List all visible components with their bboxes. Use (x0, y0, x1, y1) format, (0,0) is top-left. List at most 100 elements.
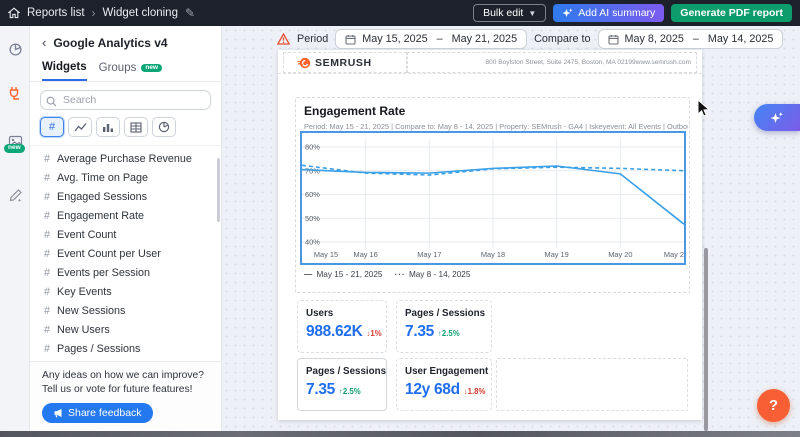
widget-title: Engagement Rate (304, 104, 405, 118)
feedback-line1: Any ideas on how we can improve? (42, 369, 209, 383)
generate-pdf-button[interactable]: Generate PDF report (671, 4, 792, 22)
metric-value: 7.35 (405, 323, 434, 341)
widget-list-item[interactable]: #Event Count (30, 225, 221, 244)
widget-list-item[interactable]: #Average Purchase Revenue (30, 149, 221, 168)
widget-type-bar-button[interactable] (96, 117, 120, 137)
tab-groups-label: Groups (99, 62, 137, 74)
metric-label: Pages / Sessions (306, 366, 378, 377)
report-logo-block[interactable]: SEMRUSH (283, 52, 407, 73)
widget-list-item-label: Key Events (57, 286, 112, 298)
engagement-rate-widget[interactable]: Engagement Rate Period: May 15 - 21, 202… (295, 97, 690, 293)
tab-groups[interactable]: Groups new (99, 59, 162, 80)
svg-text:May 15: May 15 (314, 250, 338, 259)
widget-list-item[interactable]: #Pages / Sessions (30, 339, 221, 358)
metric-delta: ↑2.5% (339, 387, 361, 396)
magic-pen-icon[interactable] (0, 182, 30, 208)
widget-list-item-label: Events per Session (57, 267, 150, 279)
widget-meta: Period: May 15 - 21, 2025 | Compare to: … (304, 122, 688, 131)
report-page: SEMRUSH 800 Boylston Street, Suite 2475,… (278, 50, 702, 420)
period-range-field[interactable]: May 15, 2025 – May 21, 2025 (335, 29, 527, 49)
widget-list-item[interactable]: #Purchase Revenue (30, 358, 221, 361)
widget-list-item-label: Event Count per User (57, 248, 161, 260)
metric-card[interactable]: Users988.62K↓1% (297, 300, 387, 353)
period-label: Period (297, 33, 328, 45)
widget-type-line-button[interactable] (68, 117, 92, 137)
widget-list-item[interactable]: #Engaged Sessions (30, 187, 221, 206)
widget-type-pie-button[interactable] (152, 117, 176, 137)
metric-label: User Engagement (405, 366, 483, 377)
calendar-icon (608, 34, 619, 45)
metric-cards: Users988.62K↓1% Pages / Sessions 7.35 ↑2.5%… (297, 300, 492, 411)
empty-widget-slot[interactable] (496, 358, 688, 411)
period-range-value: May 15, 2025 – May 21, 2025 (362, 33, 517, 45)
engagement-rate-chart[interactable]: 80%70%60%50%40%May 15May 16May 17May 18M… (300, 131, 686, 265)
home-icon[interactable] (8, 7, 20, 19)
widget-type-number-button[interactable]: # (40, 117, 64, 137)
breadcrumb-current: Widget cloning (103, 7, 178, 19)
svg-text:May 17: May 17 (417, 250, 441, 259)
sidebar-scrollbar[interactable] (217, 158, 220, 222)
tab-widgets[interactable]: Widgets (42, 58, 87, 81)
widget-list-item-label: Pages / Sessions (57, 343, 140, 355)
compare-to-label: Compare to (534, 33, 590, 45)
help-button[interactable]: ? (757, 389, 790, 422)
widget-list-item-label: Average Purchase Revenue (57, 153, 192, 165)
metric-value: 12y 68d (405, 381, 460, 399)
ai-assistant-fab[interactable] (754, 104, 800, 131)
metric-card[interactable]: Pages / Sessions 7.35 ↑2.5% (396, 300, 492, 353)
widget-list-item-label: New Users (57, 324, 110, 336)
chevron-down-icon: ▼ (528, 9, 536, 18)
add-ai-summary-button[interactable]: Add AI summary (553, 4, 664, 22)
widget-list: #Average Purchase Revenue#Avg. Time on P… (30, 145, 221, 361)
metric-card[interactable]: User Engagement 12y 68d ↓1.8% (396, 358, 492, 411)
widget-list-item-label: Event Count (57, 229, 116, 241)
help-label: ? (769, 397, 778, 414)
metric-value: 988.62K (306, 323, 363, 341)
widget-list-item[interactable]: # New Users (30, 320, 221, 339)
breadcrumb-root[interactable]: Reports list (27, 7, 85, 19)
metric-delta: ↓1.8% (464, 387, 486, 396)
report-canvas: Period May 15, 2025 – May 21, 2025 Compa… (222, 26, 800, 431)
widget-list-item[interactable]: #Avg. Time on Page (30, 168, 221, 187)
search-input[interactable] (40, 90, 211, 110)
widget-type-table-button[interactable] (124, 117, 148, 137)
sidebar-title: Google Analytics v4 (53, 36, 167, 50)
rail-new-badge: new (4, 144, 25, 153)
breadcrumb-separator-icon: › (92, 6, 96, 20)
widget-list-item[interactable]: #New Sessions (30, 301, 221, 320)
window-bottom-edge (0, 431, 800, 437)
rename-report-icon[interactable]: ✎ (185, 6, 195, 20)
report-address-block[interactable]: 800 Boylston Street, Suite 2475, Boston,… (407, 52, 697, 73)
generate-pdf-label: Generate PDF report (680, 7, 783, 19)
widget-list-item[interactable]: #Engagement Rate (30, 206, 221, 225)
reports-icon[interactable] (0, 36, 30, 62)
integrations-plug-icon[interactable] (0, 80, 30, 106)
widget-list-item-label: Engaged Sessions (57, 191, 147, 203)
widget-type-bar: # (30, 110, 221, 145)
svg-text:May 19: May 19 (545, 250, 569, 259)
sparkle-icon (769, 110, 785, 126)
hash-icon: # (44, 248, 50, 260)
brand-name: SEMRUSH (315, 57, 372, 69)
metric-label: Pages / Sessions (405, 308, 483, 319)
chart-legend: — May 15 - 21, 2025··· May 8 - 14, 2025 (304, 270, 470, 279)
share-feedback-button[interactable]: Share feedback (42, 403, 153, 423)
back-icon[interactable]: ‹ (42, 35, 46, 50)
hash-icon: # (44, 324, 50, 336)
svg-text:80%: 80% (305, 143, 320, 152)
widget-list-item-label: New Sessions (57, 305, 125, 317)
metric-card[interactable]: Pages / Sessions7.35↑2.5% (297, 358, 387, 411)
canvas-scrollbar[interactable] (704, 248, 708, 431)
company-address: 800 Boylston Street, Suite 2475, Boston,… (485, 59, 691, 66)
bulk-edit-button[interactable]: Bulk edit ▼ (473, 4, 546, 22)
widget-list-item[interactable]: #Key Events (30, 282, 221, 301)
add-ai-summary-label: Add AI summary (578, 7, 655, 19)
line-chart-svg: 80%70%60%50%40%May 15May 16May 17May 18M… (302, 133, 684, 263)
bulk-edit-label: Bulk edit (483, 7, 523, 19)
widget-list-item[interactable]: # Event Count per User (30, 244, 221, 263)
svg-text:May 16: May 16 (354, 250, 378, 259)
hash-icon: # (44, 267, 50, 279)
widget-list-item[interactable]: # Events per Session (30, 263, 221, 282)
compare-range-field[interactable]: May 8, 2025 – May 14, 2025 (598, 29, 784, 49)
metric-delta: ↑2.5% (438, 329, 460, 338)
